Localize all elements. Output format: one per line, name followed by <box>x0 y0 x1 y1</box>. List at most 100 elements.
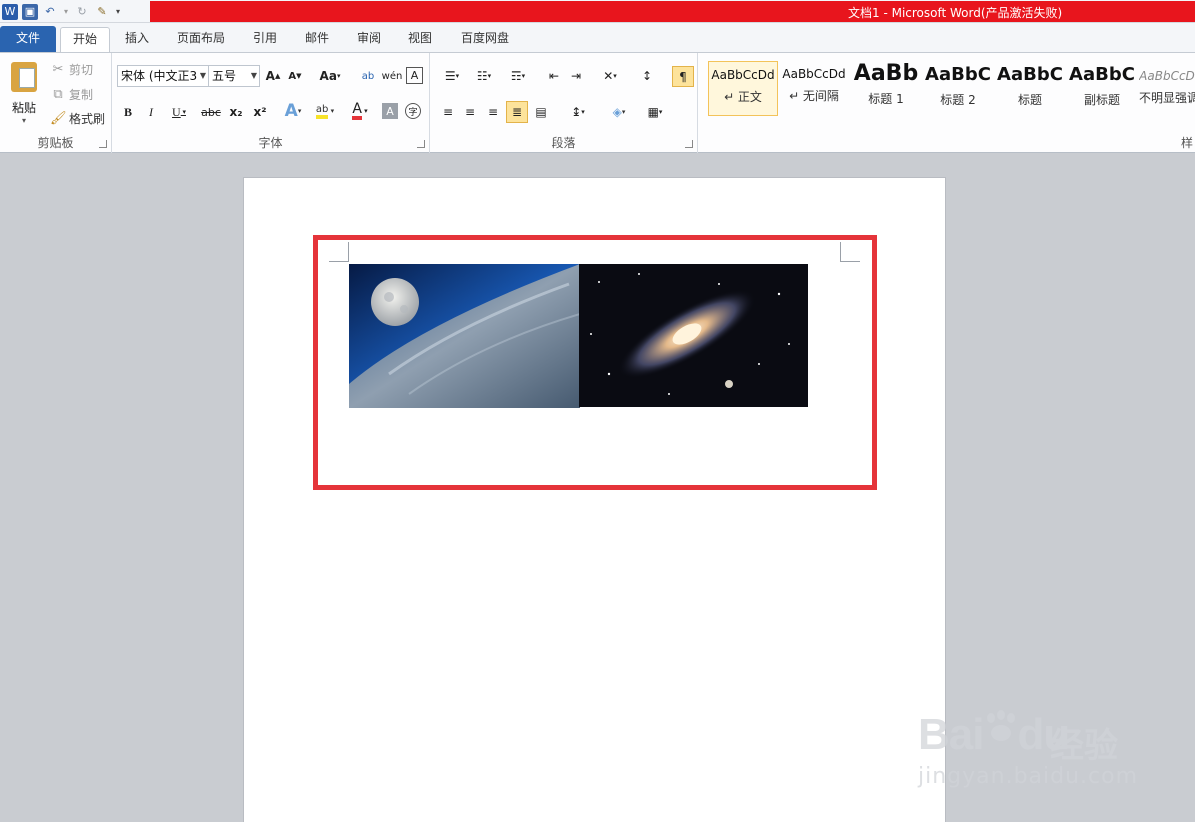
undo-icon[interactable]: ↶ <box>42 4 58 20</box>
tab-home[interactable]: 开始 <box>60 27 110 52</box>
numbering-icon[interactable]: ☷ ▾ <box>470 67 498 85</box>
redo-icon[interactable]: ↻ <box>74 4 90 20</box>
font-size-select[interactable]: 五号 ▼ <box>208 65 260 87</box>
paste-icon <box>11 61 37 92</box>
highlight-color-icon[interactable]: ab ▾ <box>310 101 340 121</box>
paste-button[interactable]: 粘贴 ▾ <box>4 57 44 129</box>
paragraph-launcher-icon[interactable] <box>685 140 693 148</box>
phonetic-guide-icon[interactable]: wén <box>382 67 403 85</box>
show-hide-marks-icon[interactable]: ¶ <box>672 66 694 87</box>
style-sample: AaBbC <box>1069 64 1135 85</box>
tab-baidu-netdisk[interactable]: 百度网盘 <box>452 27 518 52</box>
tab-insert[interactable]: 插入 <box>116 27 158 52</box>
grow-font-icon[interactable]: A ▲ <box>264 67 282 85</box>
quick-access-toolbar: W ▣ ↶ ▾ ↻ ✎ ▾ <box>0 0 150 23</box>
sort-icon[interactable]: ↕ <box>636 67 658 85</box>
clipboard-launcher-icon[interactable] <box>99 140 107 148</box>
decrease-indent-icon[interactable]: ⇤ <box>544 67 564 85</box>
word-app-icon[interactable]: W <box>2 3 18 20</box>
style-name: 标题 1 <box>868 92 904 106</box>
style-no-spacing[interactable]: AaBbCcDd ↵ 无间隔 <box>779 61 849 116</box>
clipboard-group-label: 剪贴板 <box>37 136 74 150</box>
style-sample: AaBbC <box>925 64 991 85</box>
bold-label: B <box>123 104 132 119</box>
style-sample: AaBbCcDd <box>782 67 846 81</box>
change-case-button[interactable]: Aa ▾ <box>316 67 344 85</box>
increase-indent-icon[interactable]: ⇥ <box>566 67 586 85</box>
moon-earth-image[interactable] <box>349 264 580 408</box>
format-icon[interactable]: ✎ <box>94 4 110 20</box>
align-left-icon[interactable]: ≡ <box>438 103 458 121</box>
styles-group-label: 样 <box>1180 136 1193 150</box>
clear-format-icon[interactable]: ab <box>358 67 378 85</box>
superscript-button[interactable]: x² <box>250 103 270 121</box>
font-launcher-icon[interactable] <box>417 140 425 148</box>
bold-button[interactable]: B <box>120 103 136 121</box>
watermark-cn: 经验 <box>1050 726 1118 766</box>
tab-references[interactable]: 引用 <box>244 27 286 52</box>
customize-qat-icon[interactable]: ▾ <box>114 4 122 20</box>
scissors-icon: ✂ <box>52 61 64 77</box>
style-sample: AaBb <box>853 62 919 86</box>
undo-dropdown-icon[interactable]: ▾ <box>62 4 70 20</box>
style-name: 标题 2 <box>940 93 976 107</box>
shading-icon[interactable]: ◈ ▾ <box>604 103 634 121</box>
watermark-brand: Bai du <box>918 710 1070 759</box>
style-name: ↵ 无间隔 <box>789 89 839 103</box>
format-painter-button[interactable]: 🖌 格式刷 <box>50 110 105 127</box>
font-group-label: 字体 <box>258 136 283 150</box>
font-family-select[interactable]: 宋体 (中文正3 ▼ <box>117 65 209 87</box>
shrink-font-icon[interactable]: A ▼ <box>286 67 304 85</box>
tab-view[interactable]: 视图 <box>399 27 441 52</box>
change-case-label: Aa <box>319 69 337 83</box>
style-name: 标题 <box>1017 93 1042 107</box>
line-spacing-icon[interactable]: ↨ ▾ <box>564 103 592 121</box>
style-name: ↵ 正文 <box>724 90 762 104</box>
margin-corner-mark <box>329 242 349 262</box>
superscript-label: x² <box>253 105 267 119</box>
style-heading-2[interactable]: AaBbC 标题 2 <box>923 61 993 116</box>
text-effects-icon[interactable]: A ▾ <box>280 101 306 121</box>
style-sample: AaBbCcDd <box>711 68 775 82</box>
style-subtle-emphasis[interactable]: AaBbCcD 不明显强调 <box>1139 61 1195 116</box>
clipboard-group: 粘贴 ▾ ✂ 剪切 ⧉ 复制 🖌 格式刷 剪贴板 <box>0 53 112 153</box>
italic-label: I <box>149 104 153 119</box>
cut-button[interactable]: ✂ 剪切 <box>50 61 93 78</box>
enclose-characters-icon[interactable]: 字 <box>405 103 421 119</box>
distributed-icon[interactable]: ▤ <box>531 103 551 121</box>
chevron-down-icon: ▼ <box>199 71 206 80</box>
window-title: 文档1 - Microsoft Word(产品激活失败) <box>848 6 1063 20</box>
paragraph-group-label: 段落 <box>551 136 576 150</box>
title-bar: W ▣ ↶ ▾ ↻ ✎ ▾ 文档1 - Microsoft Word(产品激活失… <box>0 0 1195 23</box>
character-border-icon[interactable]: A <box>406 67 423 84</box>
tab-page-layout[interactable]: 页面布局 <box>168 27 234 52</box>
italic-button[interactable]: I <box>143 103 159 121</box>
tab-file[interactable]: 文件 <box>0 26 56 52</box>
title-bar-highlight: 文档1 - Microsoft Word(产品激活失败) <box>150 1 1195 22</box>
align-center-icon[interactable]: ≡ <box>460 103 480 121</box>
subscript-button[interactable]: x₂ <box>226 103 246 121</box>
baidu-jingyan-watermark: Bai du 经验 jingyan.baidu.com <box>918 692 1158 802</box>
save-icon[interactable]: ▣ <box>22 3 38 20</box>
style-title[interactable]: AaBbC 标题 <box>995 61 1065 116</box>
tab-mailings[interactable]: 邮件 <box>296 27 338 52</box>
font-color-icon[interactable]: A ▾ <box>346 101 374 121</box>
borders-icon[interactable]: ▦ ▾ <box>640 103 670 121</box>
galaxy-image[interactable] <box>579 264 808 407</box>
tab-review[interactable]: 审阅 <box>348 27 390 52</box>
character-shading-icon[interactable]: A <box>382 103 398 119</box>
justify-icon[interactable]: ≣ <box>506 101 528 123</box>
style-sample: AaBbC <box>997 64 1063 85</box>
styles-group: AaBbCcDd ↵ 正文 AaBbCcDd ↵ 无间隔 AaBb 标题 1 A… <box>698 53 1195 153</box>
style-subtitle[interactable]: AaBbC 副标题 <box>1067 61 1137 116</box>
copy-button[interactable]: ⧉ 复制 <box>50 86 93 103</box>
align-right-icon[interactable]: ≡ <box>483 103 503 121</box>
style-normal[interactable]: AaBbCcDd ↵ 正文 <box>708 61 778 116</box>
bullets-icon[interactable]: ☰ ▾ <box>438 67 466 85</box>
strikethrough-button[interactable]: abc <box>200 103 222 121</box>
underline-button[interactable]: U ▾ <box>166 103 192 121</box>
chinese-layout-icon[interactable]: ✕ ▾ <box>596 67 624 85</box>
style-heading-1[interactable]: AaBb 标题 1 <box>851 61 921 116</box>
multilevel-list-icon[interactable]: ☶ ▾ <box>504 67 532 85</box>
font-size-value: 五号 <box>212 69 237 83</box>
